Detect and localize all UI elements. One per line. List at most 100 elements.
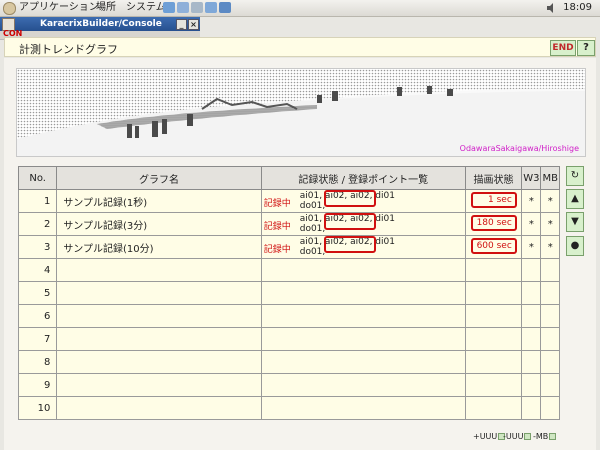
points-cell[interactable]: [260, 281, 466, 305]
browser-launcher-icon[interactable]: [163, 2, 175, 13]
rate-cell[interactable]: [464, 258, 523, 282]
graph-name[interactable]: サンプル記録(10分): [56, 235, 262, 259]
footer-uuu-plus[interactable]: +UUU: [473, 432, 506, 441]
menu-applications[interactable]: アプリケーション: [19, 0, 99, 16]
files-launcher-icon[interactable]: [219, 2, 231, 13]
w3-flag[interactable]: *: [521, 189, 542, 213]
table-row[interactable]: 10: [17, 396, 560, 420]
graph-name[interactable]: [56, 258, 262, 282]
gnome-foot-icon[interactable]: [3, 2, 16, 15]
clock[interactable]: 18:09: [563, 0, 592, 16]
select-button[interactable]: ●: [566, 236, 584, 256]
editor-launcher-icon[interactable]: [205, 2, 217, 13]
terminal-launcher-icon[interactable]: [191, 2, 203, 13]
mb-flag[interactable]: [540, 396, 560, 420]
close-icon[interactable]: ×: [188, 19, 199, 30]
help-button[interactable]: ?: [577, 40, 595, 56]
mb-flag[interactable]: [540, 350, 560, 374]
speaker-icon[interactable]: [546, 3, 556, 13]
points-cell[interactable]: [260, 396, 466, 420]
points-cell[interactable]: [260, 373, 466, 397]
table-row[interactable]: 7: [17, 327, 560, 351]
mb-flag[interactable]: [540, 373, 560, 397]
rate-cell[interactable]: 600 sec: [464, 235, 523, 259]
record-status: 記録中: [263, 245, 291, 255]
table-row[interactable]: 8: [17, 350, 560, 374]
end-button[interactable]: END: [550, 40, 576, 56]
footer-mb-minus[interactable]: -MB: [533, 432, 557, 441]
w3-flag[interactable]: [521, 304, 542, 328]
row-number: 3: [17, 235, 58, 259]
w3-flag[interactable]: *: [521, 235, 542, 259]
banner-image: OdawaraSakaigawa/Hiroshige: [16, 68, 586, 157]
mb-minus-label: -MB: [533, 432, 549, 441]
mb-flag[interactable]: *: [540, 212, 560, 236]
row-number: 5: [17, 281, 58, 305]
table-row[interactable]: 5: [17, 281, 560, 305]
mb-flag[interactable]: [540, 281, 560, 305]
table-row[interactable]: 1 サンプル記録(1秒) 記録中 ai01, ai02, ai02, di01 …: [17, 189, 560, 213]
points-cell[interactable]: 記録中 ai01, ai02, ai02, di01 do01,: [260, 235, 466, 259]
col-header-mb: MB: [540, 166, 560, 190]
points-cell[interactable]: [260, 304, 466, 328]
graph-name[interactable]: [56, 327, 262, 351]
points-cell[interactable]: [260, 327, 466, 351]
menu-places[interactable]: 場所: [96, 0, 116, 16]
mb-flag[interactable]: *: [540, 189, 560, 213]
rate-cell[interactable]: [464, 327, 523, 351]
table-row[interactable]: 2 サンプル記録(3分) 記録中 ai01, ai02, ai02, di01 …: [17, 212, 560, 236]
rate-cell[interactable]: 1 sec: [464, 189, 523, 213]
table-row[interactable]: 6: [17, 304, 560, 328]
graph-name[interactable]: [56, 281, 262, 305]
scroll-up-button[interactable]: ▲: [566, 189, 584, 209]
row-number: 4: [17, 258, 58, 282]
uuu-minus-toggle-icon[interactable]: [524, 433, 532, 440]
mb-flag[interactable]: *: [540, 235, 560, 259]
w3-flag[interactable]: [521, 350, 542, 374]
menu-system[interactable]: システム: [126, 0, 166, 16]
row-number: 2: [17, 212, 58, 236]
points-cell[interactable]: 記録中 ai01, ai02, ai02, di01 do01,: [260, 212, 466, 236]
graph-name[interactable]: [56, 304, 262, 328]
minimize-icon[interactable]: _: [176, 19, 187, 30]
mb-flag[interactable]: [540, 327, 560, 351]
draw-rate: 180 sec: [470, 215, 517, 231]
draw-rate: 600 sec: [470, 238, 517, 254]
rate-cell[interactable]: [464, 396, 523, 420]
mb-flag[interactable]: [540, 258, 560, 282]
page-title: 計測トレンドグラフ: [19, 43, 118, 56]
graph-name[interactable]: [56, 373, 262, 397]
rate-cell[interactable]: [464, 304, 523, 328]
points-cell[interactable]: 記録中 ai01, ai02, ai02, di01 do01,: [260, 189, 466, 213]
w3-flag[interactable]: *: [521, 212, 542, 236]
window-titlebar[interactable]: KaracrixBuilder/Console _ ×: [0, 17, 200, 31]
footer-uuu-minus[interactable]: -UUU: [503, 432, 532, 441]
graph-name[interactable]: [56, 396, 262, 420]
w3-flag[interactable]: [521, 373, 542, 397]
rate-cell[interactable]: 180 sec: [464, 212, 523, 236]
table-row[interactable]: 4: [17, 258, 560, 282]
up-arrow-icon: ▲: [571, 193, 579, 204]
table-row[interactable]: 3 サンプル記録(10分) 記録中 ai01, ai02, ai02, di01…: [17, 235, 560, 259]
rate-cell[interactable]: [464, 373, 523, 397]
uuu-minus-label: -UUU: [503, 432, 524, 441]
scroll-down-button[interactable]: ▼: [566, 212, 584, 232]
col-header-rate: 描画状態: [464, 166, 523, 190]
points-cell[interactable]: [260, 258, 466, 282]
w3-flag[interactable]: [521, 258, 542, 282]
w3-flag[interactable]: [521, 396, 542, 420]
graph-name[interactable]: サンプル記録(3分): [56, 212, 262, 236]
mb-minus-toggle-icon[interactable]: [549, 433, 557, 440]
rate-cell[interactable]: [464, 281, 523, 305]
w3-flag[interactable]: [521, 327, 542, 351]
rate-cell[interactable]: [464, 350, 523, 374]
col-header-name: グラフ名: [56, 166, 262, 190]
mb-flag[interactable]: [540, 304, 560, 328]
mail-launcher-icon[interactable]: [177, 2, 189, 13]
w3-flag[interactable]: [521, 281, 542, 305]
points-cell[interactable]: [260, 350, 466, 374]
graph-name[interactable]: [56, 350, 262, 374]
graph-name[interactable]: サンプル記録(1秒): [56, 189, 262, 213]
table-row[interactable]: 9: [17, 373, 560, 397]
refresh-button[interactable]: ↻: [566, 166, 584, 186]
